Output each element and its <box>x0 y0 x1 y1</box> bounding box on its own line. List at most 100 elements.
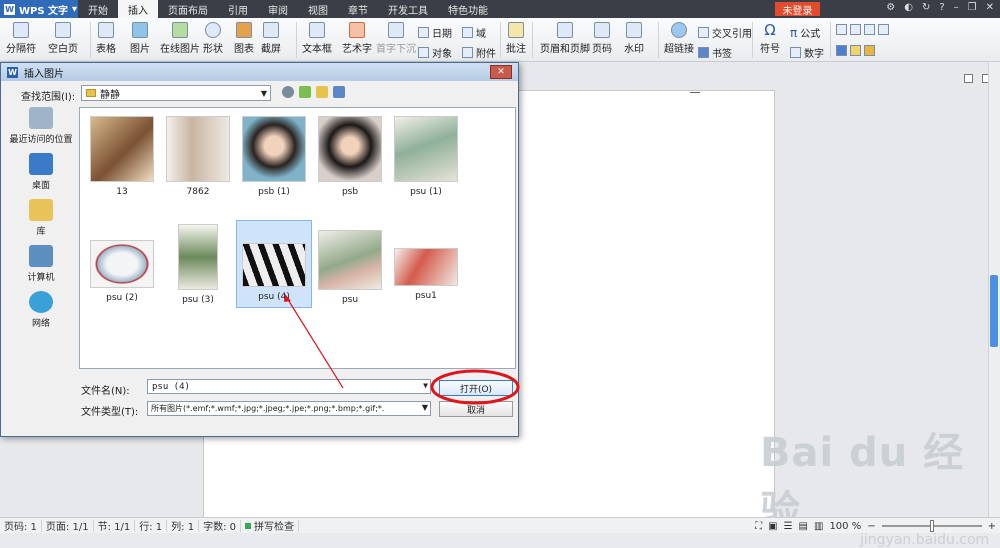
tab-view[interactable]: 视图 <box>298 0 338 18</box>
place-recent[interactable]: 最近访问的位置 <box>5 107 77 145</box>
look-in-select[interactable]: 静静 ▼ <box>81 85 271 101</box>
chart-button[interactable]: 图表 <box>234 22 254 55</box>
zoom-slider-thumb[interactable] <box>929 520 934 532</box>
view-menu-icon[interactable] <box>333 86 345 98</box>
comment-button[interactable]: 批注 <box>506 22 526 55</box>
outline-view-icon[interactable]: ☰ <box>784 521 793 532</box>
ruler-toggle-icon[interactable] <box>964 74 973 83</box>
file-item-selected[interactable]: psu (4) <box>236 220 312 308</box>
tab-section[interactable]: 章节 <box>338 0 378 18</box>
restore-icon[interactable]: ❐ <box>968 2 977 13</box>
design-mode-icon[interactable] <box>836 45 847 56</box>
header-footer-button[interactable]: 页眉和页脚 <box>540 22 590 55</box>
web-view-icon[interactable]: ▤ <box>799 521 808 532</box>
online-picture-button[interactable]: 在线图片 <box>160 22 200 55</box>
tab-special[interactable]: 特色功能 <box>438 0 498 18</box>
close-icon[interactable]: ✕ <box>986 2 994 13</box>
lock-icon[interactable] <box>864 45 875 56</box>
file-item[interactable]: psb <box>312 112 388 200</box>
file-thumbnail <box>318 116 382 182</box>
file-list[interactable]: 13 7862 psb (1) psb psu (1) psu (2) psu … <box>79 107 516 369</box>
cancel-button[interactable]: 取消 <box>439 401 513 417</box>
fit-page-icon[interactable]: ⛶ <box>755 521 762 532</box>
chevron-down-icon[interactable]: ▼ <box>419 403 428 412</box>
zoom-out-icon[interactable]: − <box>867 521 875 532</box>
dropdown-field-icon[interactable] <box>864 24 875 35</box>
file-item[interactable]: 13 <box>84 112 160 200</box>
place-computer[interactable]: 计算机 <box>5 245 77 283</box>
gear-icon[interactable]: ⚙ <box>886 2 895 13</box>
skin-icon[interactable]: ◐ <box>904 2 913 13</box>
open-button[interactable]: 打开(O) <box>439 380 513 396</box>
attachment-button[interactable]: 附件 <box>462 45 496 60</box>
file-name: psu (4) <box>258 292 290 302</box>
spell-check-toggle[interactable]: 拼写检查 <box>241 519 299 533</box>
picture-button[interactable]: 图片 <box>130 22 150 55</box>
form-field-icon[interactable] <box>836 24 847 35</box>
tab-references[interactable]: 引用 <box>218 0 258 18</box>
file-item[interactable]: psb (1) <box>236 112 312 200</box>
dialog-close-button[interactable]: ✕ <box>490 65 512 79</box>
places-bar: 最近访问的位置 桌面 库 计算机 网络 <box>5 107 77 432</box>
hyperlink-button[interactable]: 超链接 <box>664 22 694 55</box>
wordart-button[interactable]: 艺术字 <box>342 22 372 55</box>
up-folder-icon[interactable] <box>299 86 311 98</box>
zoom-in-icon[interactable]: + <box>988 521 996 532</box>
filetype-select[interactable]: 所有图片(*.emf;*.wmf;*.jpg;*.jpeg;*.jpe;*.pn… <box>147 401 431 416</box>
file-item[interactable]: psu1 <box>388 220 464 308</box>
zoom-slider[interactable] <box>881 520 982 532</box>
reading-view-icon[interactable]: ▥ <box>814 521 823 532</box>
screenshot-button[interactable]: 截屏 <box>261 22 281 55</box>
place-network[interactable]: 网络 <box>5 291 77 329</box>
dialog-titlebar[interactable]: W 插入图片 <box>1 63 518 81</box>
grid-field-icon[interactable] <box>878 24 889 35</box>
scrollbar-thumb[interactable] <box>990 275 998 347</box>
tab-developer[interactable]: 开发工具 <box>378 0 438 18</box>
page-break-button[interactable]: 分隔符 <box>6 22 36 55</box>
print-layout-icon[interactable]: ▣ <box>768 521 777 532</box>
formula-button[interactable]: π 公式 <box>790 25 820 41</box>
file-thumbnail <box>166 116 230 182</box>
tab-home[interactable]: 开始 <box>78 0 118 18</box>
table-button[interactable]: 表格 <box>96 22 116 55</box>
drop-cap-button[interactable]: 首字下沉 <box>376 22 416 55</box>
object-button[interactable]: 对象 <box>418 45 452 60</box>
filename-input[interactable]: psu (4) ▼ <box>147 379 431 394</box>
watermark-button[interactable]: 水印 <box>624 22 644 55</box>
login-button[interactable]: 未登录 <box>775 2 820 17</box>
zoom-value[interactable]: 100 % <box>829 521 861 532</box>
page-number-button[interactable]: 页码 <box>592 22 612 55</box>
bookmark-button[interactable]: 书签 <box>698 45 732 60</box>
chevron-down-icon[interactable]: ▼ <box>423 381 428 390</box>
page-break-icon <box>13 22 29 38</box>
status-words[interactable]: 字数: 0 <box>199 519 241 533</box>
file-item[interactable]: psu (3) <box>160 220 236 308</box>
shapes-button[interactable]: 形状 <box>203 22 223 55</box>
new-folder-icon[interactable] <box>316 86 328 98</box>
cross-reference-button[interactable]: 交叉引用 <box>698 25 752 40</box>
date-button[interactable]: 日期 <box>418 25 452 40</box>
ribbon-divider <box>752 22 753 58</box>
back-icon[interactable] <box>282 86 294 98</box>
edit-icon[interactable] <box>850 45 861 56</box>
blank-page-button[interactable]: 空白页 <box>48 22 78 55</box>
checkbox-field-icon[interactable] <box>850 24 861 35</box>
field-button[interactable]: 域 <box>462 25 486 40</box>
symbol-button[interactable]: Ω 符号 <box>760 22 780 55</box>
share-icon[interactable]: ↻ <box>922 2 930 13</box>
tab-insert[interactable]: 插入 <box>118 0 158 18</box>
tab-review[interactable]: 审阅 <box>258 0 298 18</box>
textbox-button[interactable]: 文本框 <box>302 22 332 55</box>
number-button[interactable]: 数字 <box>790 45 824 60</box>
file-item[interactable]: psu (1) <box>388 112 464 200</box>
place-library[interactable]: 库 <box>5 199 77 237</box>
app-menu-button[interactable]: W WPS 文字 ▾ <box>0 0 78 18</box>
file-item[interactable]: 7862 <box>160 112 236 200</box>
file-item[interactable]: psu <box>312 220 388 308</box>
tab-page-layout[interactable]: 页面布局 <box>158 0 218 18</box>
file-item[interactable]: psu (2) <box>84 220 160 308</box>
help-icon[interactable]: ? <box>939 2 944 13</box>
minimize-icon[interactable]: – <box>954 2 959 13</box>
place-desktop[interactable]: 桌面 <box>5 153 77 191</box>
chart-icon <box>236 22 252 38</box>
